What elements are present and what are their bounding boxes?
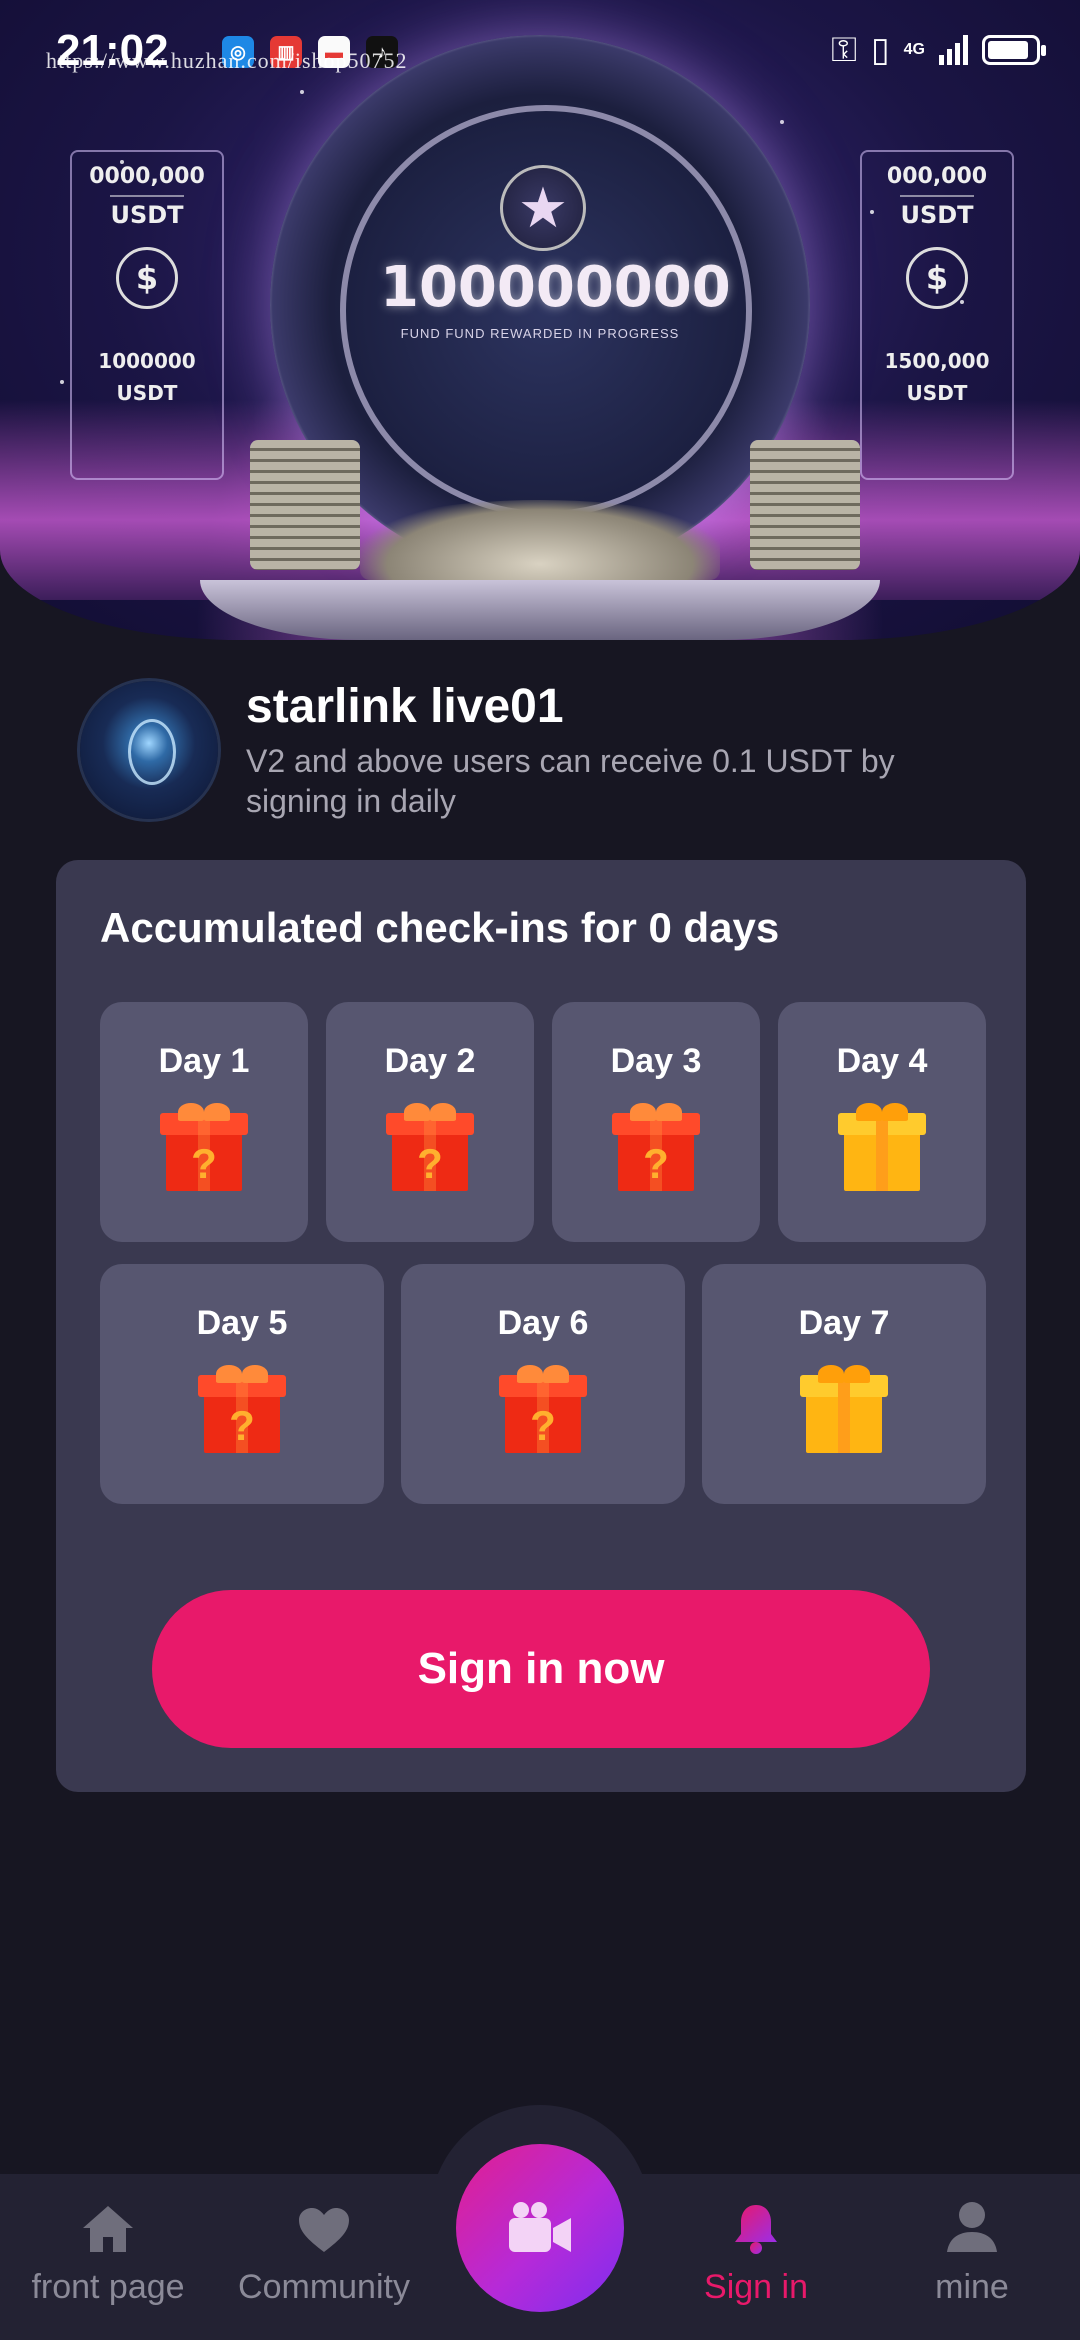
signal-icon bbox=[939, 35, 968, 65]
user-icon bbox=[945, 2190, 999, 2254]
mystery-gift-icon: ? bbox=[612, 1103, 700, 1191]
day-tile-2[interactable]: Day 2 ? bbox=[326, 1002, 534, 1242]
profile-name: starlink live01 bbox=[246, 680, 564, 733]
profile-description: V2 and above users can receive 0.1 USDT … bbox=[246, 743, 895, 819]
day-label: Day 6 bbox=[497, 1304, 589, 1342]
right-amount-panel: 000,000 USDT $ 1500,000 USDT bbox=[860, 150, 1014, 480]
nav-community[interactable]: Community bbox=[224, 2190, 424, 2330]
banner-bottom-strip bbox=[200, 580, 880, 640]
status-indicators: ⚿ ▯ 4G bbox=[831, 30, 1046, 70]
vibrate-icon: ▯ bbox=[870, 30, 890, 70]
left-amount: 0000,000 bbox=[89, 164, 205, 189]
mystery-gift-icon: ? bbox=[160, 1103, 248, 1191]
day-label: Day 1 bbox=[158, 1042, 250, 1080]
fund-tagline: FUND FUND REWARDED IN PROGRESS bbox=[400, 326, 680, 341]
star-sparkle bbox=[60, 380, 64, 384]
video-camera-icon bbox=[509, 2202, 571, 2252]
avatar[interactable] bbox=[80, 681, 218, 819]
checkin-card: Accumulated check-ins for 0 days Day 1 ?… bbox=[56, 860, 1026, 1792]
coin-stack bbox=[250, 440, 360, 570]
heart-icon bbox=[297, 2190, 351, 2254]
network-type: 4G bbox=[903, 41, 925, 58]
video-camera-button[interactable] bbox=[456, 2144, 624, 2312]
day-label: Day 4 bbox=[836, 1042, 928, 1080]
mystery-gift-icon: ? bbox=[386, 1103, 474, 1191]
star-emblem-icon: ★ bbox=[500, 165, 586, 251]
day-tile-5[interactable]: Day 5 ? bbox=[100, 1264, 384, 1504]
day-label: Day 5 bbox=[196, 1304, 288, 1342]
mystery-gift-icon: ? bbox=[198, 1365, 286, 1453]
gift-icon bbox=[800, 1365, 888, 1453]
nav-sign-in[interactable]: Sign in bbox=[656, 2190, 856, 2330]
status-bar: 21:02 ◎ ▥ ▬ ♪ https://www.huzhan.com/ish… bbox=[0, 0, 1080, 100]
coin-stack bbox=[750, 440, 860, 570]
checkin-title: Accumulated check-ins for 0 days bbox=[100, 904, 780, 951]
left-amount-panel: 0000,000 USDT $ 1000000 USDT bbox=[70, 150, 224, 480]
right-amount-2: 1500,000 bbox=[884, 349, 990, 373]
nav-mine[interactable]: mine bbox=[872, 2190, 1072, 2330]
profile-header: starlink live01 V2 and above users can r… bbox=[80, 675, 1000, 825]
nav-front-page[interactable]: front page bbox=[8, 2190, 208, 2330]
watermark-url: https://www.huzhan.com/ishop50752 bbox=[46, 48, 408, 73]
gift-icon bbox=[838, 1103, 926, 1191]
home-icon bbox=[81, 2190, 135, 2254]
key-icon: ⚿ bbox=[831, 30, 857, 70]
battery-icon bbox=[982, 35, 1046, 65]
right-amount: 000,000 bbox=[886, 164, 988, 189]
nav-label: Community bbox=[238, 2268, 410, 2306]
day-label: Day 7 bbox=[798, 1304, 890, 1342]
fund-big-number: 100000000 bbox=[380, 255, 731, 320]
day-tile-3[interactable]: Day 3 ? bbox=[552, 1002, 760, 1242]
dollar-coin-icon: $ bbox=[906, 247, 968, 309]
nav-label: Sign in bbox=[704, 2268, 808, 2306]
star-sparkle bbox=[780, 120, 784, 124]
coin-pile bbox=[360, 500, 720, 580]
day-label: Day 2 bbox=[384, 1042, 476, 1080]
right-unit: USDT bbox=[900, 195, 974, 229]
nav-label: front page bbox=[31, 2268, 185, 2306]
day-tile-4[interactable]: Day 4 bbox=[778, 1002, 986, 1242]
nav-label: mine bbox=[935, 2268, 1009, 2306]
day-tile-6[interactable]: Day 6 ? bbox=[401, 1264, 685, 1504]
right-unit-2: USDT bbox=[906, 381, 968, 405]
left-unit-2: USDT bbox=[116, 381, 178, 405]
left-amount-2: 1000000 bbox=[98, 349, 196, 373]
day-tile-7[interactable]: Day 7 bbox=[702, 1264, 986, 1504]
mystery-gift-icon: ? bbox=[499, 1365, 587, 1453]
day-label: Day 3 bbox=[610, 1042, 702, 1080]
dollar-coin-icon: $ bbox=[116, 247, 178, 309]
left-unit: USDT bbox=[110, 195, 184, 229]
sign-in-now-button[interactable]: Sign in now bbox=[152, 1590, 930, 1748]
bell-icon bbox=[731, 2190, 781, 2254]
day-tile-1[interactable]: Day 1 ? bbox=[100, 1002, 308, 1242]
